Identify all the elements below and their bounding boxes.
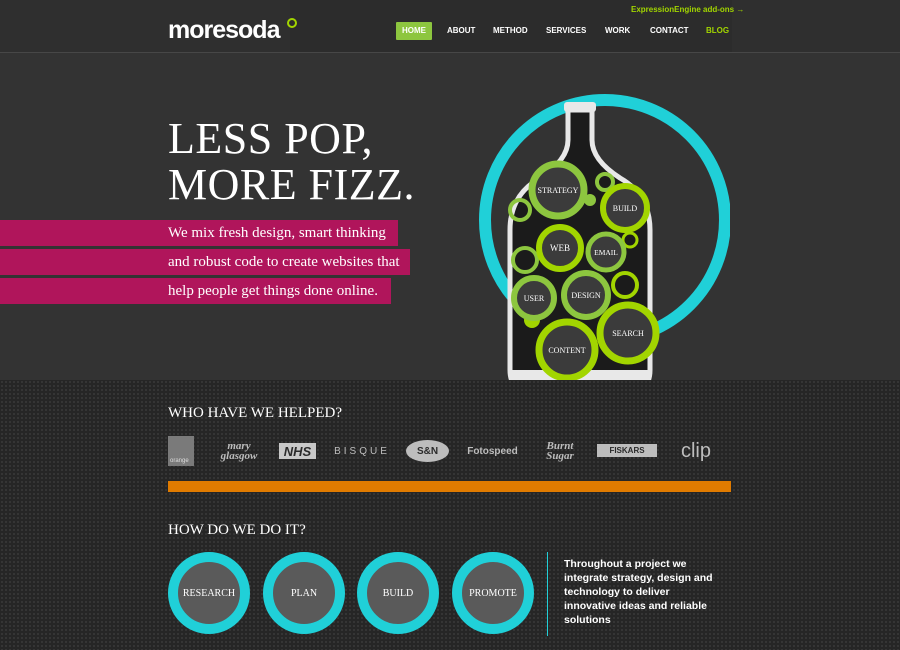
addons-link[interactable]: ExpressionEngine add-ons → bbox=[631, 5, 744, 14]
tagline-line-3: help people get things done online. bbox=[168, 283, 378, 299]
headline-line-2: MORE FIZZ. bbox=[168, 160, 415, 209]
logo-dot-icon bbox=[287, 18, 297, 28]
tagline-line-1: We mix fresh design, smart thinking bbox=[168, 225, 386, 241]
svg-text:EMAIL: EMAIL bbox=[594, 248, 618, 257]
tagline-line-2: and robust code to create websites that bbox=[168, 254, 400, 270]
client-logo-sn[interactable]: S&N bbox=[406, 440, 449, 462]
client-logo-clip[interactable]: clip bbox=[675, 436, 717, 466]
nav-work[interactable]: WORK bbox=[605, 22, 630, 40]
client-logo-fiskars[interactable]: FISKARS bbox=[597, 444, 657, 457]
svg-text:WEB: WEB bbox=[550, 243, 570, 253]
method-title: HOW DO WE DO IT? bbox=[168, 522, 306, 538]
hero-section bbox=[0, 53, 900, 380]
svg-text:USER: USER bbox=[524, 294, 545, 303]
nav-contact[interactable]: CONTACT bbox=[650, 22, 689, 40]
hero-headline: LESS POP, MORE FIZZ. bbox=[168, 116, 415, 208]
bottle-cap bbox=[564, 102, 596, 112]
nav-services[interactable]: SERVICES bbox=[546, 22, 586, 40]
lower-section bbox=[0, 380, 900, 650]
svg-text:BUILD: BUILD bbox=[613, 204, 638, 213]
step-promote[interactable]: PROMOTE bbox=[452, 552, 534, 634]
bubble-build: BUILD bbox=[600, 183, 650, 233]
nav-home[interactable]: HOME bbox=[396, 22, 432, 40]
svg-text:SEARCH: SEARCH bbox=[612, 329, 644, 338]
bubble-design: DESIGN bbox=[561, 270, 611, 320]
svg-text:CONTENT: CONTENT bbox=[548, 346, 585, 355]
client-logo-orange[interactable]: orange bbox=[168, 436, 194, 466]
bubble-search: SEARCH bbox=[596, 301, 660, 365]
client-logo-fotospeed[interactable]: Fotospeed bbox=[465, 436, 520, 466]
step-plan[interactable]: PLAN bbox=[263, 552, 345, 634]
nav-blog[interactable]: BLOG bbox=[706, 22, 729, 40]
nav-about[interactable]: ABOUT bbox=[447, 22, 475, 40]
clients-title: WHO HAVE WE HELPED? bbox=[168, 405, 343, 421]
orange-divider bbox=[168, 481, 731, 492]
bubble-content: CONTENT bbox=[535, 318, 599, 382]
client-logo-bisque[interactable]: BISQUE bbox=[330, 436, 394, 466]
client-logo-burnt-sugar[interactable]: Burnt Sugar bbox=[537, 436, 583, 466]
client-orange-label: orange bbox=[170, 458, 189, 464]
bubble-web: WEB bbox=[536, 224, 584, 272]
logo[interactable]: moresoda bbox=[168, 16, 280, 45]
headline-line-1: LESS POP, bbox=[168, 114, 374, 163]
client-logo-nhs[interactable]: NHS bbox=[279, 443, 316, 459]
client-logo-mary-glasgow[interactable]: mary glasgow bbox=[214, 436, 264, 466]
svg-text:DESIGN: DESIGN bbox=[571, 291, 601, 300]
bubble-user: USER bbox=[511, 275, 557, 321]
method-blurb: Throughout a project we integrate strate… bbox=[564, 558, 713, 626]
bottle-illustration: STRATEGY BUILD WEB EMAIL USER DESIGN SEA… bbox=[479, 94, 730, 400]
svg-text:STRATEGY: STRATEGY bbox=[538, 186, 579, 195]
bubble-strategy: STRATEGY bbox=[528, 160, 588, 220]
step-build[interactable]: BUILD bbox=[357, 552, 439, 634]
bubble-email: EMAIL bbox=[585, 231, 627, 273]
step-research[interactable]: RESEARCH bbox=[168, 552, 250, 634]
method-divider bbox=[547, 552, 548, 636]
nav-method[interactable]: METHOD bbox=[493, 22, 528, 40]
